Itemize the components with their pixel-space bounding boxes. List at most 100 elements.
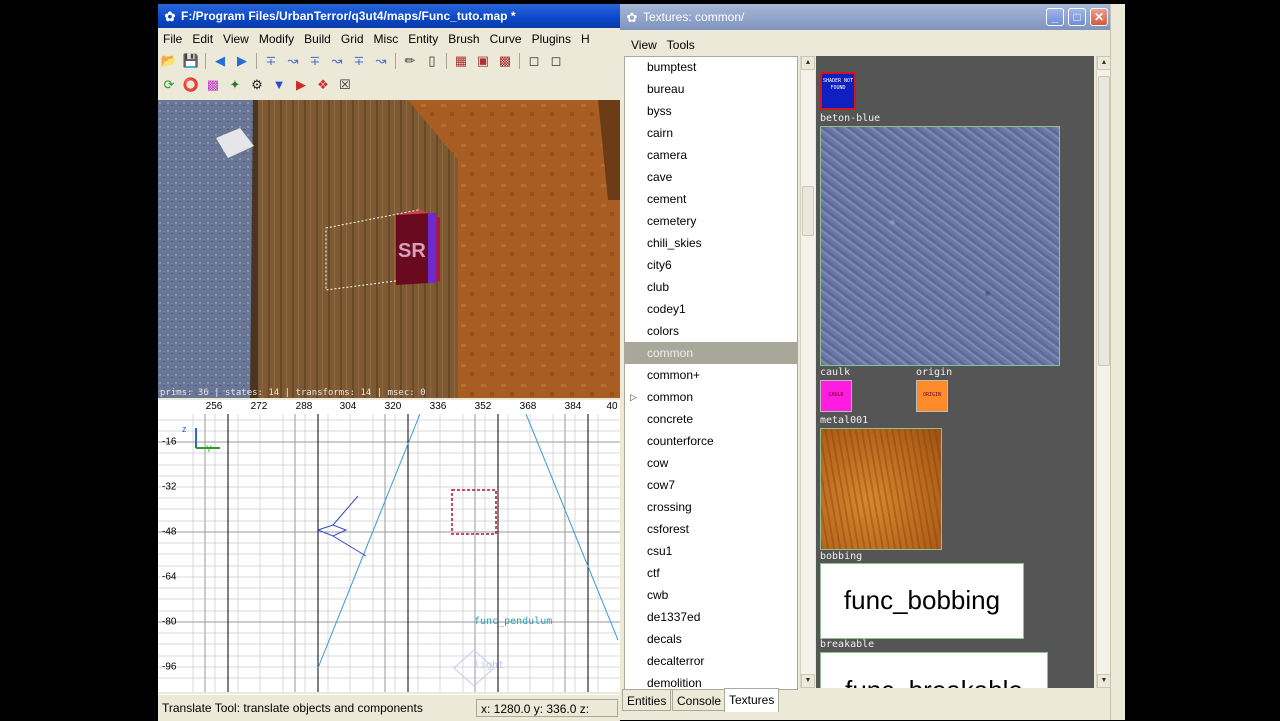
flip-z-icon[interactable]: ∓ [348, 50, 370, 72]
folder-list-item[interactable]: cow [625, 452, 797, 474]
cube-alt-icon[interactable]: ◻ [545, 50, 567, 72]
folder-list-item[interactable]: club [625, 276, 797, 298]
texture-label: bobbing [820, 551, 863, 562]
texture-browser-scrollbar[interactable]: ▲ ▼ [1096, 56, 1111, 688]
flip-x-icon[interactable]: ∓ [260, 50, 282, 72]
sphere-icon[interactable]: ⭕ [180, 74, 202, 96]
scale-icon[interactable]: ❖ [312, 74, 334, 96]
folder-list-item[interactable]: codey1 [625, 298, 797, 320]
folder-list-item[interactable]: cairn [625, 122, 797, 144]
refresh-icon[interactable]: ⟳ [158, 74, 180, 96]
folder-list-item[interactable]: common [625, 342, 797, 364]
folder-list-item[interactable]: cave [625, 166, 797, 188]
folder-list-item[interactable]: concrete [625, 408, 797, 430]
menu-build[interactable]: Build [299, 28, 336, 50]
folder-list-item[interactable]: counterforce [625, 430, 797, 452]
menu-modify[interactable]: Modify [254, 28, 299, 50]
folder-list-item[interactable]: decalterror [625, 650, 797, 672]
light-label: light [474, 660, 505, 671]
open-icon[interactable]: 📂 [158, 50, 180, 72]
menu-brush[interactable]: Brush [443, 28, 484, 50]
folder-list-item[interactable]: ▷ common [625, 386, 797, 408]
menu-view[interactable]: View [218, 28, 254, 50]
folder-list-item[interactable]: colors [625, 320, 797, 342]
folder-list-item[interactable]: chili_skies [625, 232, 797, 254]
menu-curve[interactable]: Curve [485, 28, 527, 50]
menu-grid[interactable]: Grid [336, 28, 369, 50]
menu-edit[interactable]: Edit [187, 28, 218, 50]
folder-list-item[interactable]: common+ [625, 364, 797, 386]
scroll-down-icon[interactable]: ▼ [1097, 674, 1111, 688]
folder-list-item[interactable]: cement [625, 188, 797, 210]
csg-merge-icon[interactable]: ▣ [472, 50, 494, 72]
csg-subtract-icon[interactable]: ▦ [450, 50, 472, 72]
hollow-icon[interactable]: ▩ [494, 50, 516, 72]
undo-arrow-icon[interactable]: ◀ [209, 50, 231, 72]
tab-console[interactable]: Console [672, 689, 727, 711]
tab-entities[interactable]: Entities [622, 689, 672, 711]
texture-folder-list[interactable]: bumptest bureau byss cairn camera cave cement c… [624, 56, 798, 690]
editor-titlebar[interactable]: ✿ F:/Program Files/UrbanTerror/q3ut4/maps… [158, 4, 620, 28]
texture-browser[interactable]: SHADER NOT FOUND beton-blue caulk CAULK … [816, 56, 1094, 688]
maximize-button[interactable]: □ [1068, 8, 1086, 26]
rotate-x-icon[interactable]: ↝ [282, 50, 304, 72]
entity-icon[interactable]: ⚙ [246, 74, 268, 96]
folder-list-item[interactable]: byss [625, 100, 797, 122]
texture-caulk[interactable]: CAULK [820, 380, 852, 412]
texture-beton-blue[interactable] [820, 126, 1060, 366]
scroll-up-icon[interactable]: ▲ [801, 56, 815, 70]
folder-list-item[interactable]: csforest [625, 518, 797, 540]
x-tick: 384 [564, 401, 582, 412]
menu-file[interactable]: File [158, 28, 187, 50]
expander-arrow-icon[interactable]: ▷ [630, 386, 637, 408]
camera-marker [316, 524, 348, 537]
texture-lock-icon[interactable]: ▩ [202, 74, 224, 96]
tab-textures[interactable]: Textures [724, 688, 780, 712]
folder-list-item[interactable]: camera [625, 144, 797, 166]
folder-list-item[interactable]: de1337ed [625, 606, 797, 628]
texture-func-bobbing[interactable]: func_bobbing [820, 563, 1024, 639]
save-icon[interactable]: 💾 [180, 50, 202, 72]
select-all-icon[interactable]: ☒ [334, 74, 356, 96]
menu-entity[interactable]: Entity [403, 28, 443, 50]
scroll-thumb[interactable] [1098, 76, 1110, 366]
cube-icon[interactable]: ◻ [523, 50, 545, 72]
folder-list-item[interactable]: ctf [625, 562, 797, 584]
folder-list-item[interactable]: cwb [625, 584, 797, 606]
texture-metal001[interactable] [820, 428, 942, 550]
rotate-z-icon[interactable]: ↝ [370, 50, 392, 72]
folder-list-item[interactable]: decals [625, 628, 797, 650]
redo-arrow-icon[interactable]: ▶ [231, 50, 253, 72]
menu-tools[interactable]: Tools [662, 34, 700, 56]
folder-list-item[interactable]: bumptest [625, 57, 797, 78]
folder-list-item[interactable]: cemetery [625, 210, 797, 232]
grid-2d-view[interactable]: 256 272 288 304 320 336 352 368 384 40 -… [158, 400, 620, 692]
texture-func-breakable[interactable]: func_breakable [820, 652, 1048, 688]
menu-view[interactable]: View [626, 34, 662, 56]
scroll-up-icon[interactable]: ▲ [1097, 56, 1111, 70]
flip-y-icon[interactable]: ∓ [304, 50, 326, 72]
textures-titlebar[interactable]: ✿ Textures: common/ _ □ ✕ [620, 4, 1124, 30]
rotate-y-icon[interactable]: ↝ [326, 50, 348, 72]
folder-list-item[interactable]: bureau [625, 78, 797, 100]
minimize-button[interactable]: _ [1046, 8, 1064, 26]
camera-3d-viewport[interactable]: SR prims: 36 | states: 14 | transforms: … [158, 100, 620, 398]
select-touching-icon[interactable]: ▯ [421, 50, 443, 72]
menu-plugins[interactable]: Plugins [527, 28, 576, 50]
menu-help[interactable]: H [576, 28, 595, 50]
mirror-icon[interactable]: ▶ [290, 74, 312, 96]
folder-list-item[interactable]: cow7 [625, 474, 797, 496]
folder-list-scrollbar[interactable]: ▲ ▼ [800, 56, 815, 688]
clipper-icon[interactable]: ▼ [268, 74, 290, 96]
close-button[interactable]: ✕ [1090, 8, 1108, 26]
texture-origin[interactable]: ORIGIN [916, 380, 948, 412]
scroll-down-icon[interactable]: ▼ [801, 674, 815, 688]
menu-misc[interactable]: Misc [369, 28, 404, 50]
scroll-thumb[interactable] [802, 186, 814, 236]
folder-list-item[interactable]: crossing [625, 496, 797, 518]
select-inside-icon[interactable]: ✏ [399, 50, 421, 72]
shader-not-found-thumbnail[interactable]: SHADER NOT FOUND [820, 72, 856, 110]
folder-list-item[interactable]: city6 [625, 254, 797, 276]
patch-icon[interactable]: ✦ [224, 74, 246, 96]
folder-list-item[interactable]: csu1 [625, 540, 797, 562]
